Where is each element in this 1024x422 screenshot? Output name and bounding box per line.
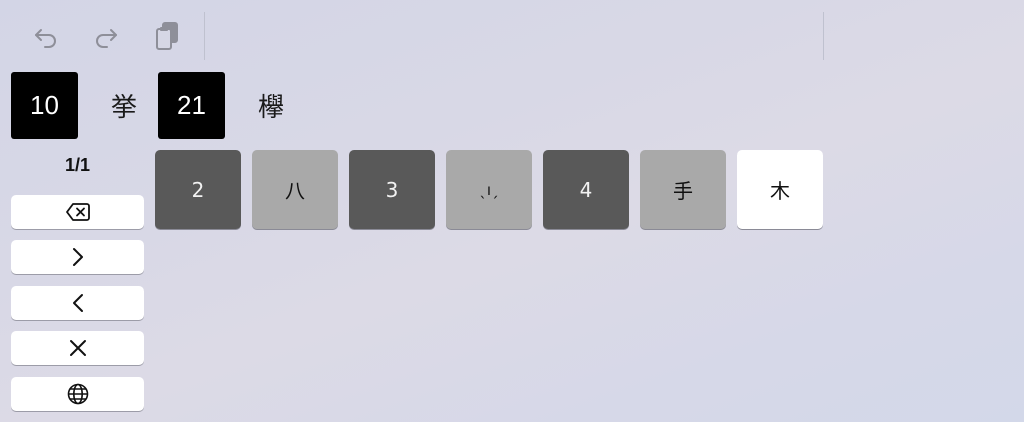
globe-button[interactable] — [11, 377, 144, 411]
page-indicator: 1/1 — [64, 155, 91, 175]
key-radical-tsu[interactable]: ˎıˏ — [446, 150, 532, 229]
globe-icon — [67, 383, 88, 405]
toolbar-divider-left — [204, 12, 205, 60]
key-radical-te[interactable]: 手 — [640, 150, 726, 229]
chevron-left-icon — [72, 294, 83, 312]
candidate-char-1[interactable]: 挙 — [95, 72, 153, 139]
candidate-code-2: 21 — [158, 72, 225, 139]
undo-icon[interactable] — [28, 18, 64, 54]
candidate-char-2[interactable]: 欅 — [242, 72, 300, 139]
next-page-button[interactable] — [11, 240, 144, 274]
key-stroke-count-3[interactable]: 3 — [349, 150, 435, 229]
close-icon — [69, 340, 86, 356]
prev-page-button[interactable] — [11, 286, 144, 320]
backspace-button[interactable] — [11, 195, 144, 229]
chevron-right-icon — [72, 248, 83, 266]
key-stroke-count-2[interactable]: 2 — [155, 150, 241, 229]
key-radical-ki[interactable]: 木 — [737, 150, 823, 229]
toolbar-divider-right — [823, 12, 824, 60]
key-stroke-count-4[interactable]: 4 — [543, 150, 629, 229]
candidate-code-1: 10 — [11, 72, 78, 139]
clear-button[interactable] — [11, 331, 144, 365]
key-radical-hachi[interactable]: 八 — [252, 150, 338, 229]
redo-icon[interactable] — [88, 18, 124, 54]
paste-icon[interactable] — [149, 18, 185, 54]
backspace-icon — [65, 203, 90, 221]
